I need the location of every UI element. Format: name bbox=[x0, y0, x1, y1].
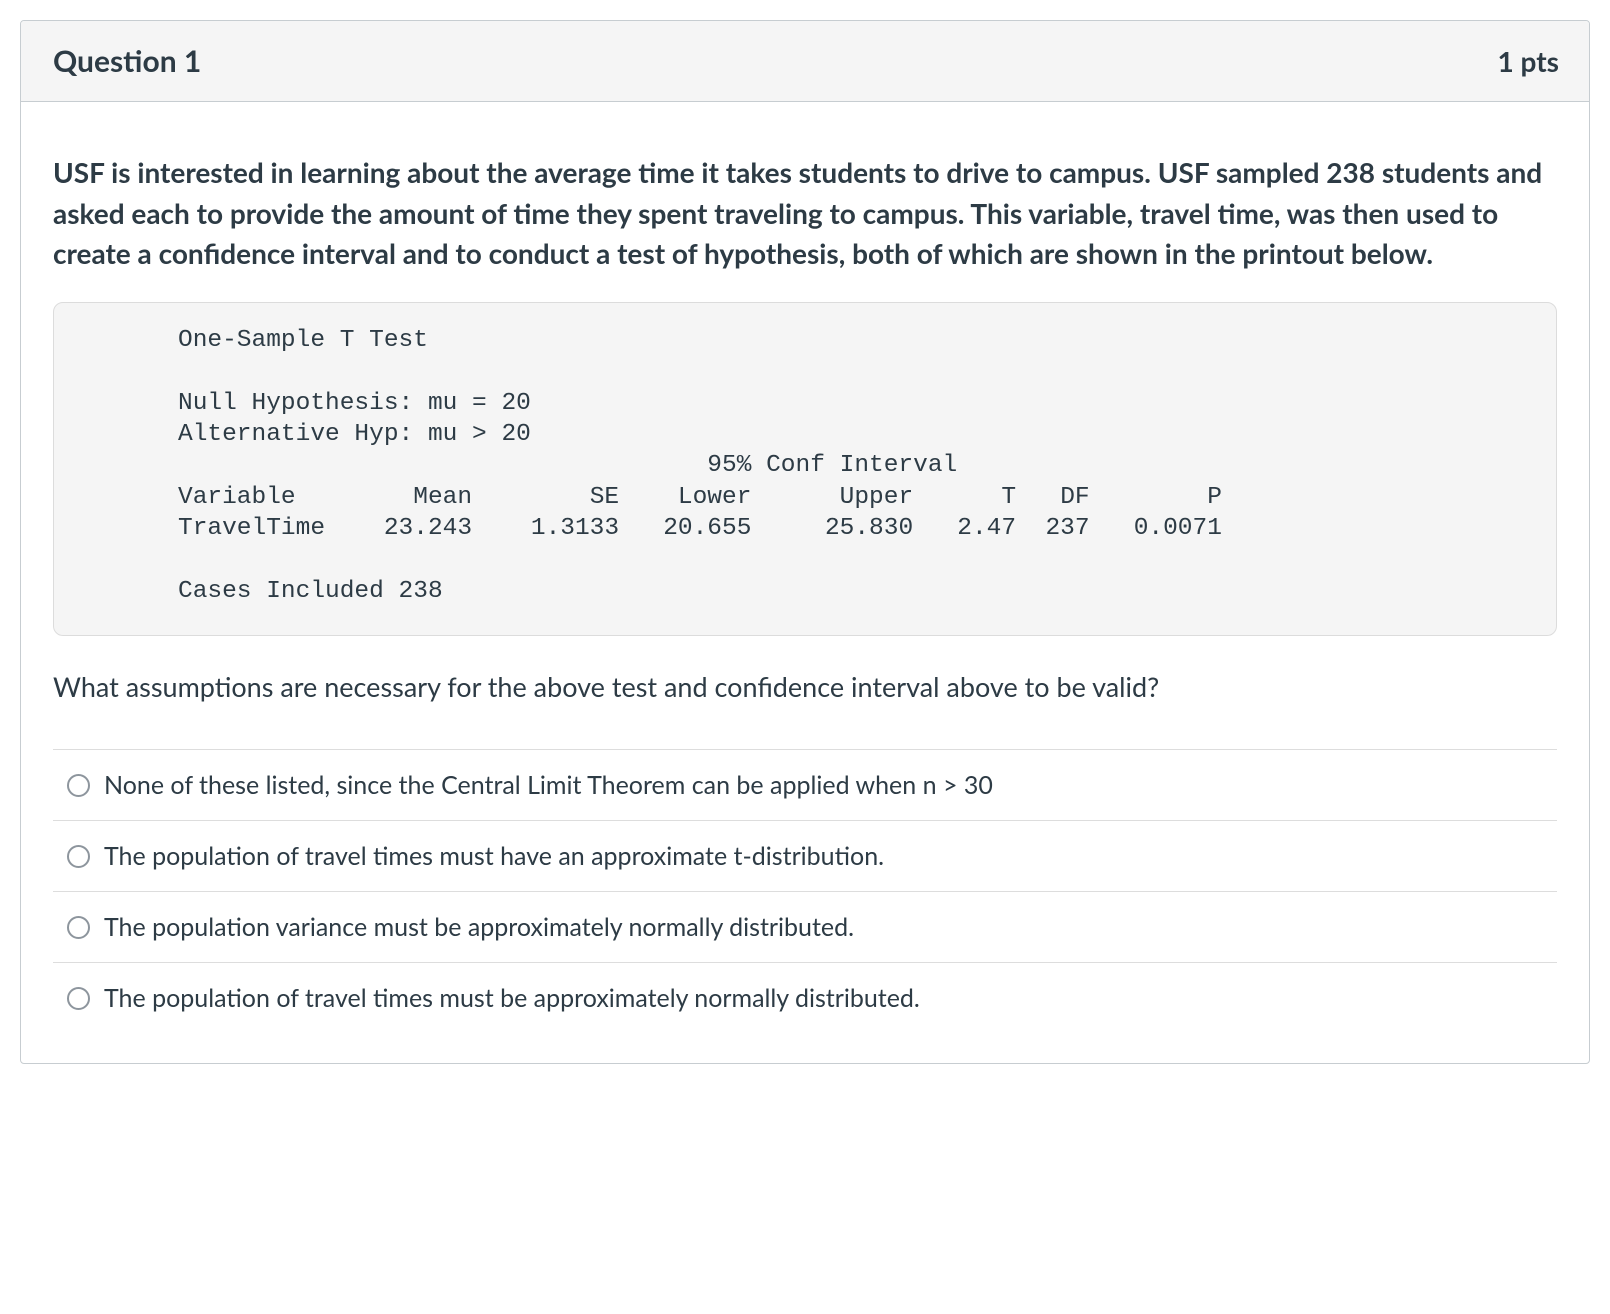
row-upper: 25.830 bbox=[825, 515, 913, 542]
printout-title: One-Sample T Test bbox=[178, 327, 428, 354]
answer-option[interactable]: The population of travel times must have… bbox=[53, 821, 1557, 892]
radio-icon bbox=[67, 845, 90, 868]
col-t: T bbox=[1001, 484, 1016, 511]
radio-icon bbox=[67, 774, 90, 797]
answer-text: The population of travel times must be a… bbox=[104, 983, 920, 1013]
col-upper: Upper bbox=[840, 484, 914, 511]
stat-printout: One-Sample T Test Null Hypothesis: mu = … bbox=[53, 302, 1557, 636]
radio-icon bbox=[67, 916, 90, 939]
question-header: Question 1 1 pts bbox=[21, 21, 1589, 102]
row-t: 2.47 bbox=[957, 515, 1016, 542]
alt-hypothesis: Alternative Hyp: mu > 20 bbox=[178, 421, 531, 448]
row-mean: 23.243 bbox=[384, 515, 472, 542]
col-se: SE bbox=[590, 484, 619, 511]
col-lower: Lower bbox=[678, 484, 752, 511]
row-se: 1.3133 bbox=[531, 515, 619, 542]
col-mean: Mean bbox=[413, 484, 472, 511]
answer-text: The population variance must be approxim… bbox=[104, 912, 854, 942]
question-stem: USF is interested in learning about the … bbox=[53, 152, 1557, 274]
col-p: P bbox=[1207, 484, 1222, 511]
answer-option[interactable]: The population of travel times must be a… bbox=[53, 963, 1557, 1033]
followup-question: What assumptions are necessary for the a… bbox=[53, 670, 1557, 703]
row-p: 0.0071 bbox=[1134, 515, 1222, 542]
row-variable: TravelTime bbox=[178, 515, 325, 542]
ci-header: 95% Conf Interval bbox=[707, 452, 957, 479]
answer-option[interactable]: None of these listed, since the Central … bbox=[53, 750, 1557, 821]
col-df: DF bbox=[1060, 484, 1089, 511]
question-card: Question 1 1 pts USF is interested in le… bbox=[20, 20, 1590, 1064]
cases-included: Cases Included 238 bbox=[178, 578, 443, 605]
answer-text: The population of travel times must have… bbox=[104, 841, 884, 871]
radio-icon bbox=[67, 987, 90, 1010]
row-df: 237 bbox=[1045, 515, 1089, 542]
answer-text: None of these listed, since the Central … bbox=[104, 770, 993, 800]
question-points: 1 pts bbox=[1498, 44, 1559, 78]
row-lower: 20.655 bbox=[663, 515, 751, 542]
answer-option[interactable]: The population variance must be approxim… bbox=[53, 892, 1557, 963]
question-body: USF is interested in learning about the … bbox=[21, 102, 1589, 1063]
null-hypothesis: Null Hypothesis: mu = 20 bbox=[178, 390, 531, 417]
col-variable: Variable bbox=[178, 484, 296, 511]
question-title: Question 1 bbox=[53, 43, 201, 79]
answer-list: None of these listed, since the Central … bbox=[53, 749, 1557, 1033]
